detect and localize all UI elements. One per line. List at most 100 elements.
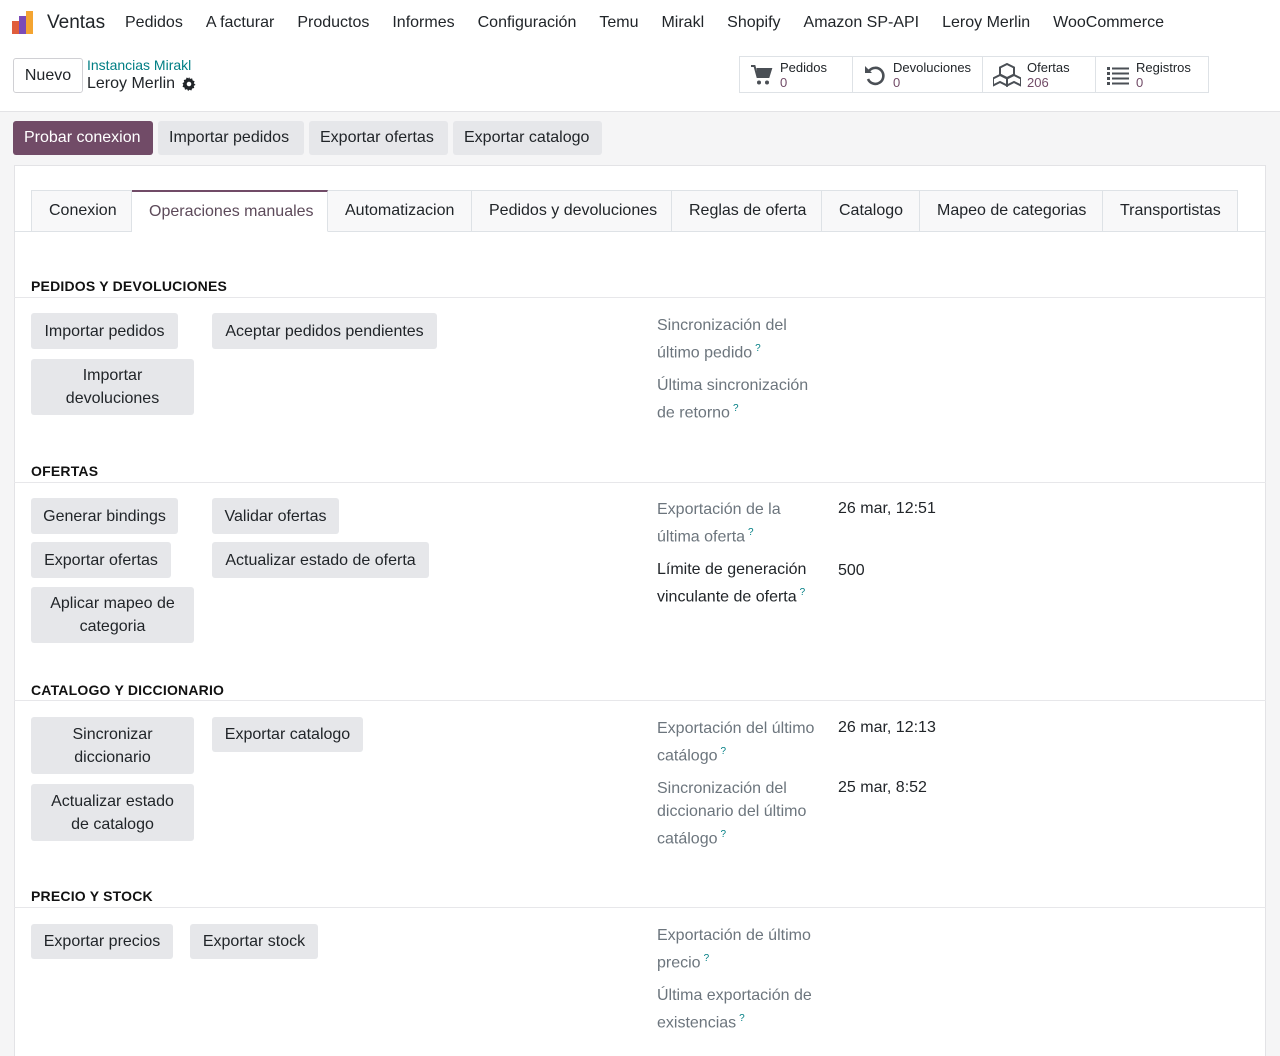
menu-item-temu[interactable]: Temu	[599, 14, 638, 32]
field-label-last-catalog-export: Exportación del último catálogo?	[657, 717, 827, 767]
cubes-icon	[993, 62, 1021, 87]
field-label-last-stock-export: Última exportación de existencias?	[657, 984, 827, 1034]
field-label-text: Sincronización del diccionario del últim…	[657, 780, 807, 848]
top-navbar: Ventas Pedidos A facturar Productos Info…	[0, 0, 1280, 48]
field-value-last-offer-export: 26 mar, 12:51	[838, 500, 936, 517]
smart-button-count: 0	[780, 74, 788, 90]
sync-dictionary-button[interactable]: Sincronizar diccionario	[31, 717, 194, 774]
menu-item-productos[interactable]: Productos	[297, 14, 369, 32]
cart-icon	[751, 64, 773, 84]
field-value-last-dictionary-sync: 25 mar, 8:52	[838, 779, 927, 796]
generate-bindings-button[interactable]: Generar bindings	[31, 498, 178, 534]
export-stock-button[interactable]: Exportar stock	[190, 924, 318, 959]
field-label-text: Última exportación de existencias	[657, 987, 812, 1032]
smart-buttons: Pedidos 0 Devoluciones 0 Ofertas 206 Reg…	[739, 56, 1209, 93]
section-divider	[14, 907, 1266, 908]
smart-button-label: Devoluciones	[893, 59, 972, 75]
breadcrumb-parent-link[interactable]: Instancias Mirakl	[87, 57, 191, 73]
smart-button-registros[interactable]: Registros 0	[1096, 57, 1208, 92]
section-divider	[14, 297, 1266, 298]
header-export-offers-button[interactable]: Exportar ofertas	[309, 121, 448, 155]
menu-item-informes[interactable]: Informes	[392, 14, 454, 32]
tab-automatizacion[interactable]: Automatizacion	[328, 190, 472, 232]
update-catalog-status-button[interactable]: Actualizar estado de catalogo	[31, 784, 194, 841]
smart-button-pedidos[interactable]: Pedidos 0	[740, 57, 853, 92]
field-label-text: Límite de generación vinculante de ofert…	[657, 561, 807, 606]
tab-catalogo[interactable]: Catalogo	[822, 190, 920, 232]
smart-button-count: 206	[1027, 74, 1049, 90]
field-label-last-offer-export: Exportación de la última oferta?	[657, 498, 827, 548]
field-label-last-dictionary-sync: Sincronización del diccionario del últim…	[657, 777, 827, 850]
breadcrumb-current: Leroy Merlin	[87, 75, 196, 93]
field-value-binding-limit[interactable]: 500	[838, 562, 865, 580]
help-icon[interactable]: ?	[739, 1013, 745, 1024]
field-label-text: Exportación de la última oferta	[657, 501, 781, 546]
header-export-catalog-button[interactable]: Exportar catalogo	[453, 121, 602, 155]
smart-button-label: Pedidos	[780, 59, 827, 75]
export-prices-button[interactable]: Exportar precios	[31, 924, 173, 959]
field-label-text: Exportación de último precio	[657, 927, 811, 972]
field-label-text: Sincronización del último pedido	[657, 317, 787, 362]
import-orders-button[interactable]: Importar pedidos	[31, 313, 178, 349]
smart-button-label: Ofertas	[1027, 59, 1070, 75]
export-catalog-button[interactable]: Exportar catalogo	[212, 717, 363, 752]
tab-transportistas[interactable]: Transportistas	[1103, 190, 1238, 232]
help-icon[interactable]: ?	[721, 746, 727, 757]
validate-offers-button[interactable]: Validar ofertas	[212, 498, 339, 534]
list-icon	[1107, 66, 1129, 85]
field-label-last-price-export: Exportación de último precio?	[657, 924, 827, 974]
apply-category-mapping-button[interactable]: Aplicar mapeo de categoria	[31, 587, 194, 643]
tab-operaciones-manuales[interactable]: Operaciones manuales	[132, 190, 328, 232]
field-label-last-return-sync: Última sincronización de retorno?	[657, 374, 827, 424]
new-button[interactable]: Nuevo	[13, 58, 83, 93]
sales-app-icon[interactable]	[12, 11, 36, 35]
smart-button-ofertas[interactable]: Ofertas 206	[983, 57, 1096, 92]
accept-pending-orders-button[interactable]: Aceptar pedidos pendientes	[212, 313, 437, 349]
smart-button-label: Registros	[1136, 59, 1191, 75]
control-panel: Nuevo Instancias Mirakl Leroy Merlin Ped…	[0, 48, 1280, 112]
menu-item-woocommerce[interactable]: WooCommerce	[1053, 14, 1164, 32]
gear-icon[interactable]	[182, 77, 196, 91]
test-connection-button[interactable]: Probar conexion	[13, 121, 153, 155]
help-icon[interactable]: ?	[748, 527, 754, 538]
export-offers-button[interactable]: Exportar ofertas	[31, 542, 171, 578]
menu-item-shopify[interactable]: Shopify	[727, 14, 780, 32]
tab-mapeo-categorias[interactable]: Mapeo de categorias	[920, 190, 1103, 232]
smart-button-count: 0	[893, 74, 901, 90]
main-menu: Pedidos A facturar Productos Informes Co…	[125, 14, 1187, 32]
help-icon[interactable]: ?	[721, 829, 727, 840]
field-label-text: Exportación del último catálogo	[657, 720, 815, 765]
update-offer-status-button[interactable]: Actualizar estado de oferta	[212, 542, 429, 578]
section-title-offers: OFERTAS	[31, 463, 99, 479]
notebook-tabs: Conexion Operaciones manuales Automatiza…	[31, 190, 1238, 232]
help-icon[interactable]: ?	[704, 953, 710, 964]
field-label-text: Última sincronización de retorno	[657, 377, 809, 422]
record-title: Leroy Merlin	[87, 75, 176, 92]
app-name[interactable]: Ventas	[47, 12, 105, 34]
smart-button-count: 0	[1136, 74, 1144, 90]
menu-item-mirakl[interactable]: Mirakl	[661, 14, 704, 32]
menu-item-amazon-sp-api[interactable]: Amazon SP-API	[804, 14, 920, 32]
help-icon[interactable]: ?	[800, 587, 806, 598]
tab-pedidos-devoluciones[interactable]: Pedidos y devoluciones	[472, 190, 672, 232]
header-import-orders-button[interactable]: Importar pedidos	[158, 121, 304, 155]
section-divider	[14, 482, 1266, 483]
section-title-catalog: CATALOGO Y DICCIONARIO	[31, 682, 225, 698]
field-label-last-order-sync: Sincronización del último pedido?	[657, 314, 827, 364]
undo-icon	[865, 65, 885, 85]
menu-item-pedidos[interactable]: Pedidos	[125, 14, 183, 32]
menu-item-configuracion[interactable]: Configuración	[478, 14, 577, 32]
field-label-binding-limit: Límite de generación vinculante de ofert…	[657, 558, 827, 608]
help-icon[interactable]: ?	[755, 343, 761, 354]
smart-button-devoluciones[interactable]: Devoluciones 0	[853, 57, 983, 92]
section-divider	[14, 700, 1266, 701]
tab-reglas-oferta[interactable]: Reglas de oferta	[672, 190, 822, 232]
menu-item-leroy-merlin[interactable]: Leroy Merlin	[942, 14, 1030, 32]
form-sheet	[14, 165, 1266, 1056]
section-title-orders: PEDIDOS Y DEVOLUCIONES	[31, 278, 228, 294]
section-title-price-stock: PRECIO Y STOCK	[31, 888, 153, 904]
tab-conexion[interactable]: Conexion	[31, 190, 132, 232]
import-returns-button[interactable]: Importar devoluciones	[31, 359, 194, 415]
menu-item-a-facturar[interactable]: A facturar	[206, 14, 274, 32]
help-icon[interactable]: ?	[733, 403, 739, 414]
